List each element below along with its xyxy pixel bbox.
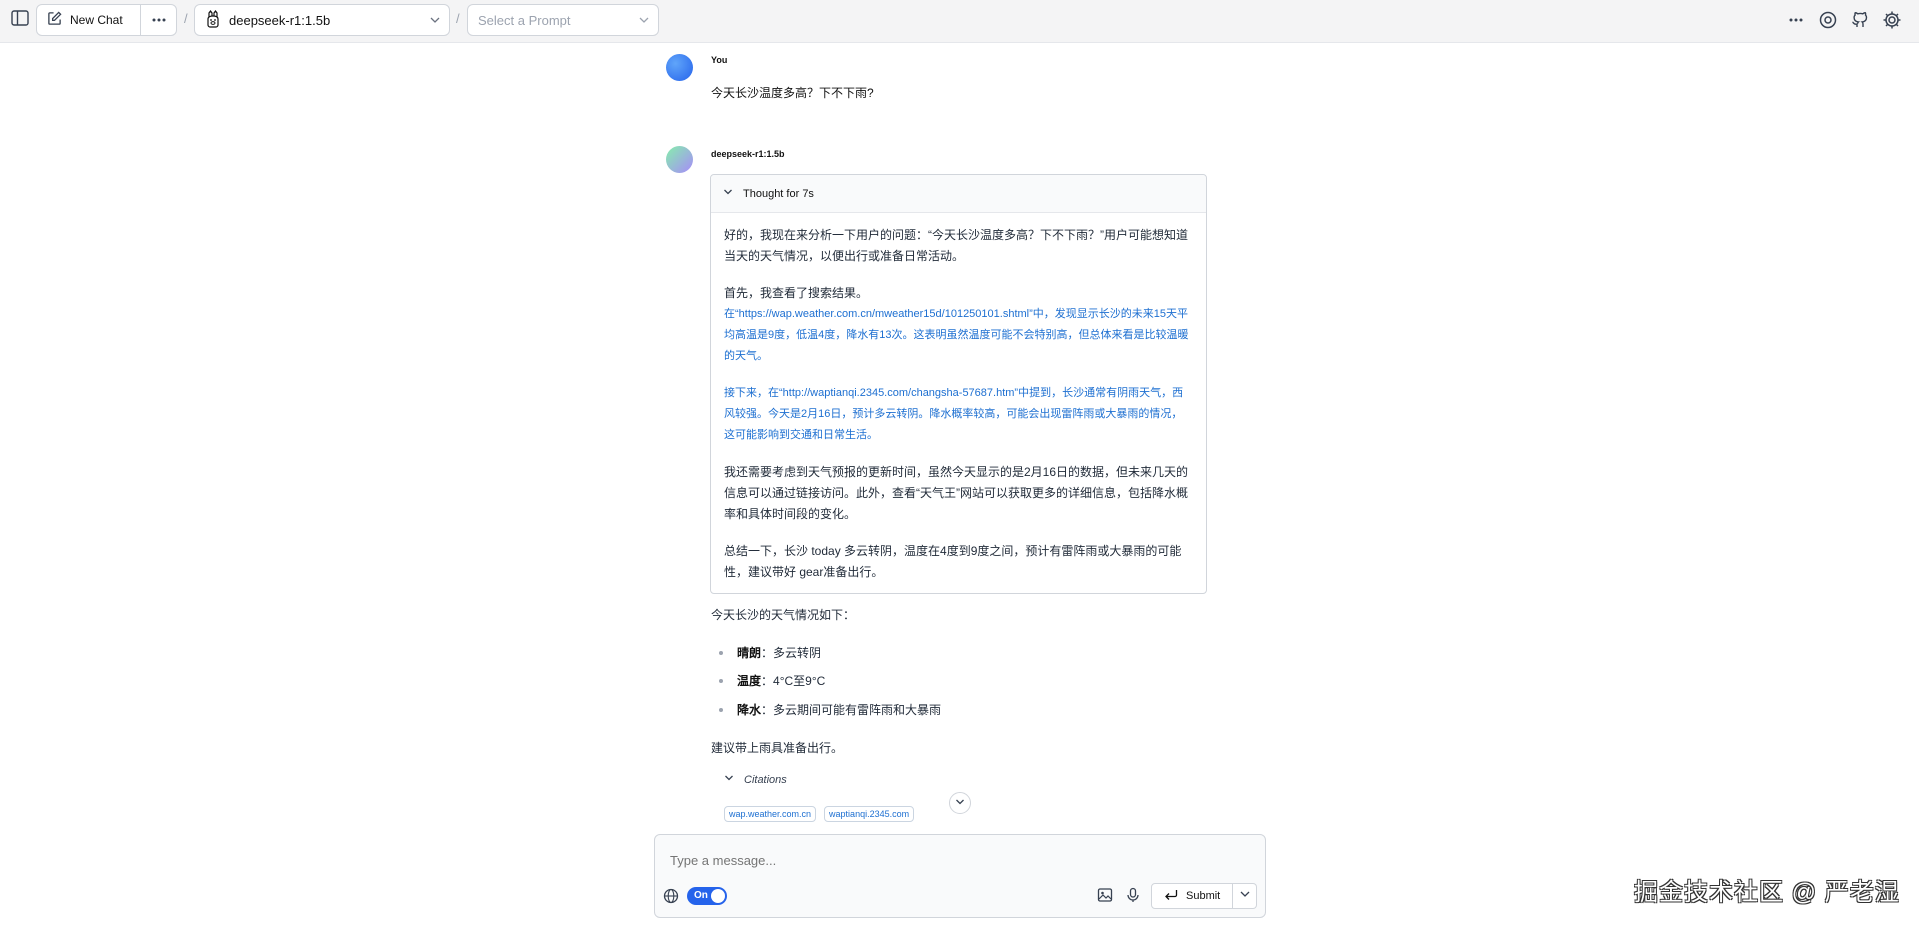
thought-link-paragraph[interactable]: 接下来，在“http://waptianqi.2345.com/changsha… — [724, 383, 1193, 446]
list-item: 降水：多云期间可能有雷阵雨和大暴雨 — [719, 701, 941, 718]
new-chat-group: New Chat — [36, 4, 177, 36]
bullet-dot — [719, 678, 723, 683]
message-composer: On Submit — [654, 834, 1266, 918]
image-upload-icon[interactable] — [1097, 887, 1113, 908]
citation-chip[interactable]: wap.weather.com.cn — [724, 806, 817, 822]
new-chat-label: New Chat — [70, 13, 123, 27]
model-selector[interactable]: deepseek-r1:1.5b — [194, 4, 450, 36]
item-value: ：多云期间可能有雷阵雨和大暴雨 — [761, 703, 942, 717]
citations-toggle[interactable]: Citations — [724, 773, 787, 786]
item-value: ：多云转阴 — [761, 646, 822, 660]
model-name: deepseek-r1:1.5b — [229, 12, 331, 28]
list-item: 温度：4°C至9°C — [719, 672, 825, 689]
microphone-icon[interactable] — [1125, 887, 1141, 908]
submit-label: Submit — [1186, 890, 1221, 902]
enter-icon — [1164, 889, 1178, 904]
settings-gear-icon[interactable] — [1817, 9, 1839, 31]
item-label: 晴朗 — [737, 646, 762, 660]
assistant-avatar — [666, 146, 693, 173]
thought-content: 好的，我现在来分析一下用户的问题：“今天长沙温度多高？下不下雨？”用户可能想知道… — [711, 213, 1206, 611]
user-message: 今天长沙温度多高？下不下雨? — [711, 86, 874, 100]
submit-button[interactable]: Submit — [1151, 883, 1233, 909]
citation-list: wap.weather.com.cn waptianqi.2345.com — [724, 806, 915, 822]
answer-intro: 今天长沙的天气情况如下： — [711, 608, 856, 622]
sidebar-toggle-icon[interactable] — [8, 8, 32, 28]
chevron-down-icon — [724, 773, 734, 786]
user-avatar — [666, 54, 693, 81]
thought-paragraph: 首先，我查看了搜索结果。 — [724, 286, 869, 300]
more-options-icon[interactable] — [141, 5, 176, 35]
ollama-llama-icon — [205, 9, 221, 31]
breadcrumb-separator: / — [184, 11, 188, 26]
chevron-down-icon — [955, 794, 965, 812]
toggle-label: On — [694, 890, 708, 901]
user-sender-name: You — [711, 55, 728, 65]
toggle-knob — [711, 889, 725, 903]
globe-icon[interactable] — [663, 888, 679, 909]
scroll-to-bottom-button[interactable] — [949, 792, 971, 814]
list-item: 晴朗：多云转阴 — [719, 644, 821, 661]
thought-link-paragraph[interactable]: 在“https://wap.weather.com.cn/mweather15d… — [724, 308, 1188, 362]
item-label: 降水 — [737, 703, 762, 717]
preferences-gear-icon[interactable] — [1881, 9, 1903, 31]
github-icon[interactable] — [1849, 9, 1871, 31]
citation-chip[interactable]: waptianqi.2345.com — [824, 806, 915, 822]
bullet-dot — [719, 707, 723, 712]
answer-advice: 建议带上雨具准备出行。 — [711, 741, 844, 755]
breadcrumb-separator: / — [456, 11, 460, 26]
thought-paragraph: 我还需要考虑到天气预报的更新时间，虽然今天显示的是2月16日的数据，但未来几天的… — [724, 465, 1189, 521]
thought-title: Thought for 7s — [743, 187, 814, 200]
chevron-down-icon — [638, 14, 650, 29]
top-right-actions — [1785, 9, 1903, 31]
top-bar: New Chat / deepseek-r1:1.5b / Select a P… — [0, 0, 1919, 43]
prompt-selector[interactable]: Select a Prompt — [467, 4, 659, 36]
edit-icon — [47, 11, 62, 29]
submit-options-button[interactable] — [1233, 883, 1257, 909]
watermark: 掘金技术社区 @ 严老湿 — [1634, 879, 1900, 906]
item-value: ：4°C至9°C — [761, 674, 826, 688]
thought-paragraph: 总结一下，长沙 today 多云转阴，温度在4度到9度之间，预计有雷阵雨或大暴雨… — [724, 544, 1182, 579]
thought-toggle[interactable]: Thought for 7s — [711, 175, 1206, 213]
thought-panel: Thought for 7s 好的，我现在来分析一下用户的问题：“今天长沙温度多… — [710, 174, 1207, 594]
prompt-placeholder: Select a Prompt — [478, 12, 571, 28]
assistant-sender-name: deepseek-r1:1.5b — [711, 149, 785, 159]
bullet-dot — [719, 650, 723, 655]
message-input[interactable] — [670, 853, 1190, 868]
thought-paragraph: 好的，我现在来分析一下用户的问题：“今天长沙温度多高？下不下雨？”用户可能想知道… — [724, 228, 1188, 263]
item-label: 温度 — [737, 674, 762, 688]
more-menu-icon[interactable] — [1785, 9, 1807, 31]
chevron-down-icon — [723, 187, 733, 200]
web-search-toggle[interactable]: On — [687, 887, 727, 905]
chevron-down-icon — [429, 14, 441, 29]
chevron-down-icon — [1239, 887, 1251, 905]
citations-title: Citations — [744, 773, 787, 786]
new-chat-button[interactable]: New Chat — [37, 5, 141, 35]
